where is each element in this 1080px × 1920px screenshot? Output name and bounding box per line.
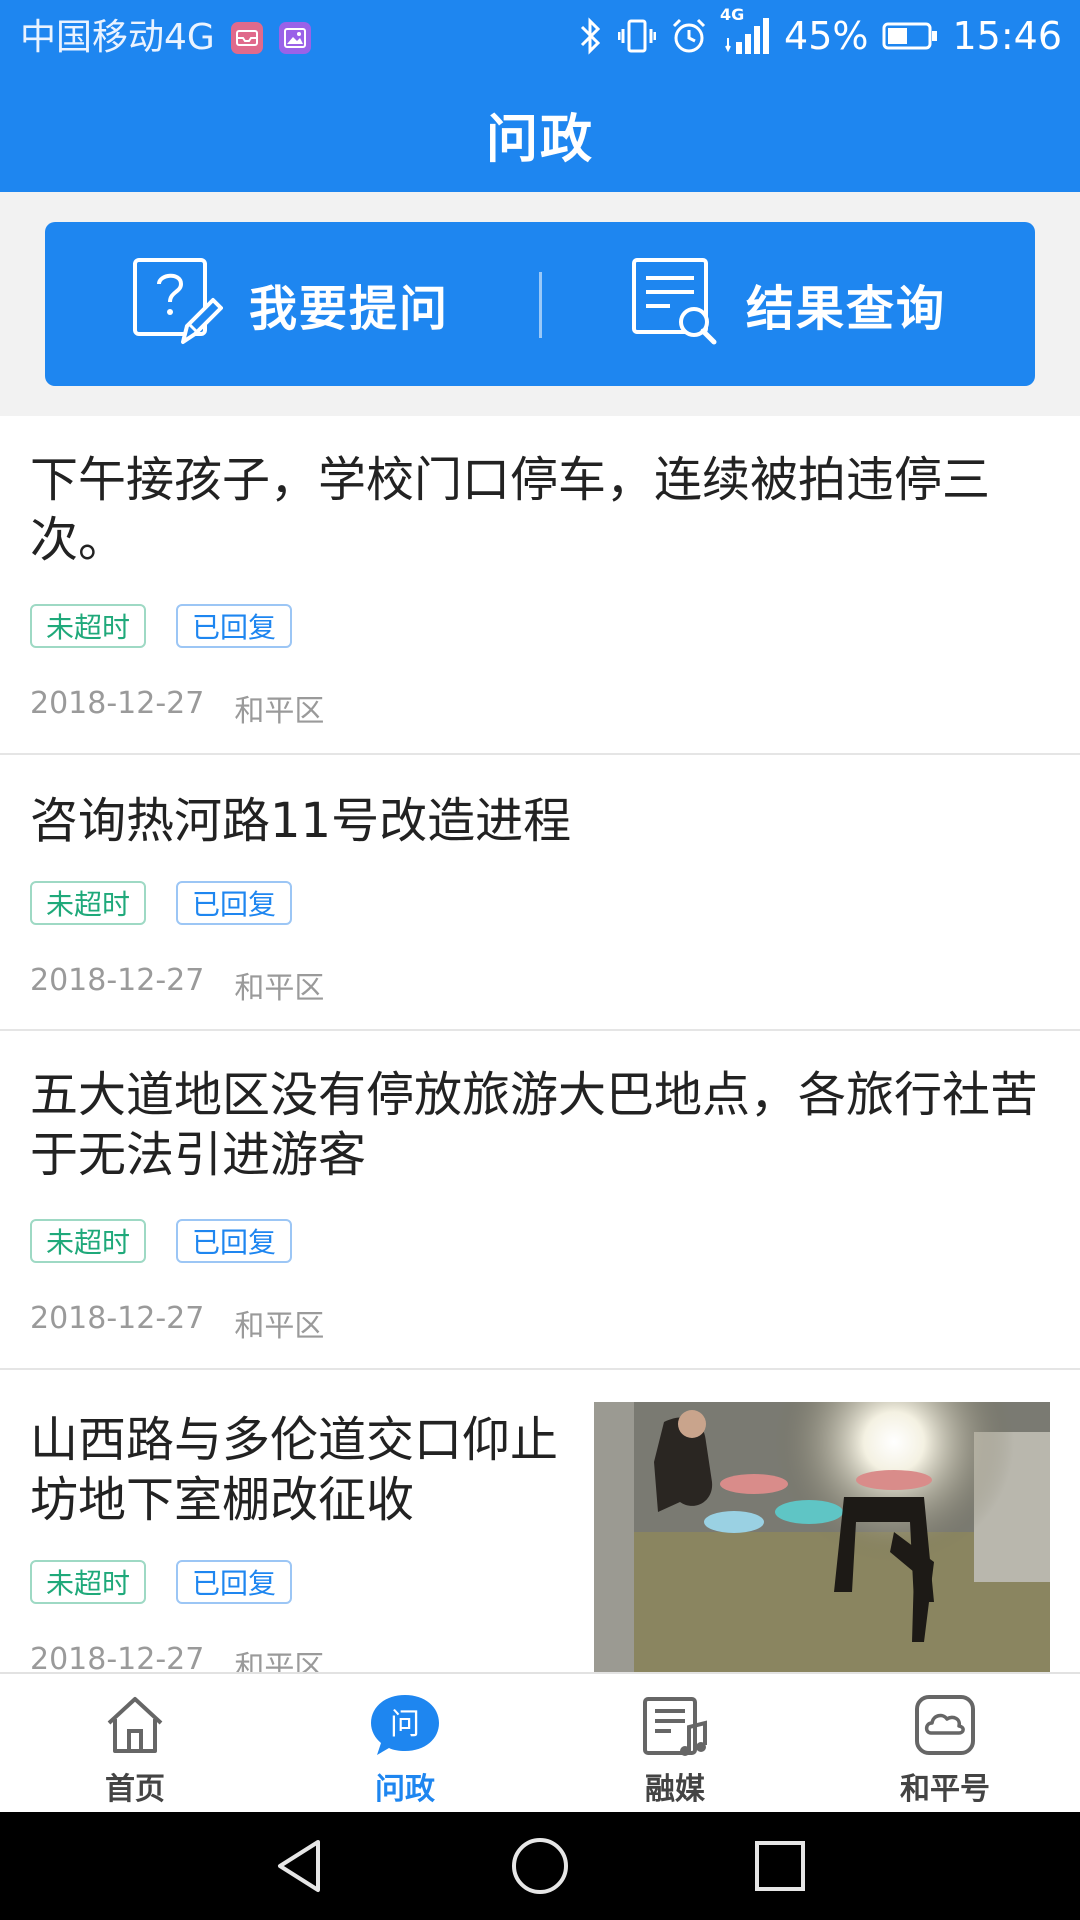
nav-item-heping[interactable]: 和平号 [810,1674,1080,1814]
system-nav-bar [0,1812,1080,1920]
status-tags: 未超时 已回复 [30,881,322,925]
question-meta: 2018-12-27 和平区 [30,1301,324,1345]
question-item[interactable]: 咨询热河路11号改造进程 未超时 已回复 2018-12-27 和平区 [0,755,1080,1031]
status-bar: 中国移动4G 4G 45% 15:46 [0,0,1080,76]
nav-label-home: 首页 [105,1772,165,1807]
nav-label-ask: 问政 [375,1772,435,1807]
clock-time: 15:46 [952,14,1062,58]
question-item[interactable]: 山西路与多伦道交口仰止 坊地下室棚改征收 未超时 已回复 2018-12-27 … [0,1370,1080,1685]
nav-item-home[interactable]: 首页 [0,1674,270,1814]
svg-text:问: 问 [390,1707,420,1742]
vibrate-icon [618,17,657,55]
question-item[interactable]: 下午接孩子，学校门口停车，连续被拍违停三 次。 未超时 已回复 2018-12-… [0,416,1080,755]
question-title: 下午接孩子，学校门口停车，连续被拍违停三 次。 [30,450,990,570]
question-title-line: 咨询热河路11号改造进程 [30,793,572,849]
question-district: 和平区 [234,971,325,1006]
bluetooth-icon [578,17,604,55]
battery-icon [882,21,938,51]
status-tags: 未超时 已回复 [30,604,322,648]
question-title-line: 下午接孩子，学校门口停车，连续被拍违停三 [30,452,991,508]
question-title: 山西路与多伦道交口仰止 坊地下室棚改征收 [30,1410,558,1530]
question-title-line: 五大道地区没有停放旅游大巴地点，各旅行社苦 [30,1067,1039,1123]
nav-label-heping: 和平号 [900,1772,990,1807]
alarm-icon [670,17,708,55]
question-district: 和平区 [234,1309,325,1344]
question-title-line: 坊地下室棚改征收 [30,1472,415,1528]
home-circle-icon[interactable] [510,1836,570,1896]
question-meta: 2018-12-27 和平区 [30,686,324,730]
ask-question-icon [131,256,223,352]
gallery-notification-icon [278,22,311,54]
result-query-label: 结果查询 [746,281,947,337]
timeout-status-badge: 未超时 [30,881,147,925]
back-icon[interactable] [270,1836,330,1896]
question-title-line: 次。 [30,512,127,568]
question-district: 和平区 [234,694,325,729]
media-icon [641,1690,709,1760]
status-tags: 未超时 已回复 [30,1560,322,1604]
status-tags: 未超时 已回复 [30,1219,322,1263]
header-bar: 问政 [0,76,1080,192]
timeout-status-badge: 未超时 [30,1560,147,1604]
question-title-line: 山西路与多伦道交口仰止 [30,1412,559,1468]
ask-question-label: 我要提问 [249,281,450,337]
question-title: 咨询热河路11号改造进程 [30,791,571,851]
reply-status-badge: 已回复 [176,881,293,925]
signal-icon: 4G [720,6,770,56]
question-date: 2018-12-27 [30,686,205,721]
question-list: 下午接孩子，学校门口停车，连续被拍违停三 次。 未超时 已回复 2018-12-… [0,416,1080,1685]
bottom-nav: 首页 问 问政 融媒 和平号 [0,1672,1080,1812]
status-left: 中国移动4G [20,14,311,62]
mail-notification-icon [230,22,263,54]
carrier-label: 中国移动4G [20,17,215,58]
nav-label-media: 融媒 [645,1772,705,1807]
cloud-icon [913,1690,977,1760]
nav-item-media[interactable]: 融媒 [540,1674,810,1814]
question-item[interactable]: 五大道地区没有停放旅游大巴地点，各旅行社苦 于无法引进游客 未超时 已回复 20… [0,1031,1080,1370]
nav-item-ask[interactable]: 问 问政 [270,1674,540,1814]
network-type-label: 4G [720,5,745,24]
battery-percent: 45% [784,14,869,58]
question-title: 五大道地区没有停放旅游大巴地点，各旅行社苦 于无法引进游客 [30,1065,1038,1185]
action-area: 我要提问 结果查询 [0,192,1080,416]
ask-bubble-icon: 问 [369,1690,441,1760]
question-date: 2018-12-27 [30,963,205,998]
recent-apps-icon[interactable] [750,1836,810,1896]
result-query-button[interactable]: 结果查询 [630,222,946,386]
question-thumbnail[interactable] [594,1402,1050,1674]
action-divider [539,272,542,338]
ask-question-button[interactable]: 我要提问 [131,222,449,386]
timeout-status-badge: 未超时 [30,604,147,648]
reply-status-badge: 已回复 [176,1560,293,1604]
question-meta: 2018-12-27 和平区 [30,963,324,1007]
question-date: 2018-12-27 [30,1301,205,1336]
home-icon [103,1690,167,1760]
page-title: 问政 [485,109,594,170]
timeout-status-badge: 未超时 [30,1219,147,1263]
action-card: 我要提问 结果查询 [45,222,1035,386]
reply-status-badge: 已回复 [176,604,293,648]
reply-status-badge: 已回复 [176,1219,293,1263]
result-query-icon [630,256,720,352]
question-title-line: 于无法引进游客 [30,1127,367,1183]
status-right: 4G 45% 15:46 [578,6,1062,60]
thumbnail-photo [594,1402,1050,1674]
